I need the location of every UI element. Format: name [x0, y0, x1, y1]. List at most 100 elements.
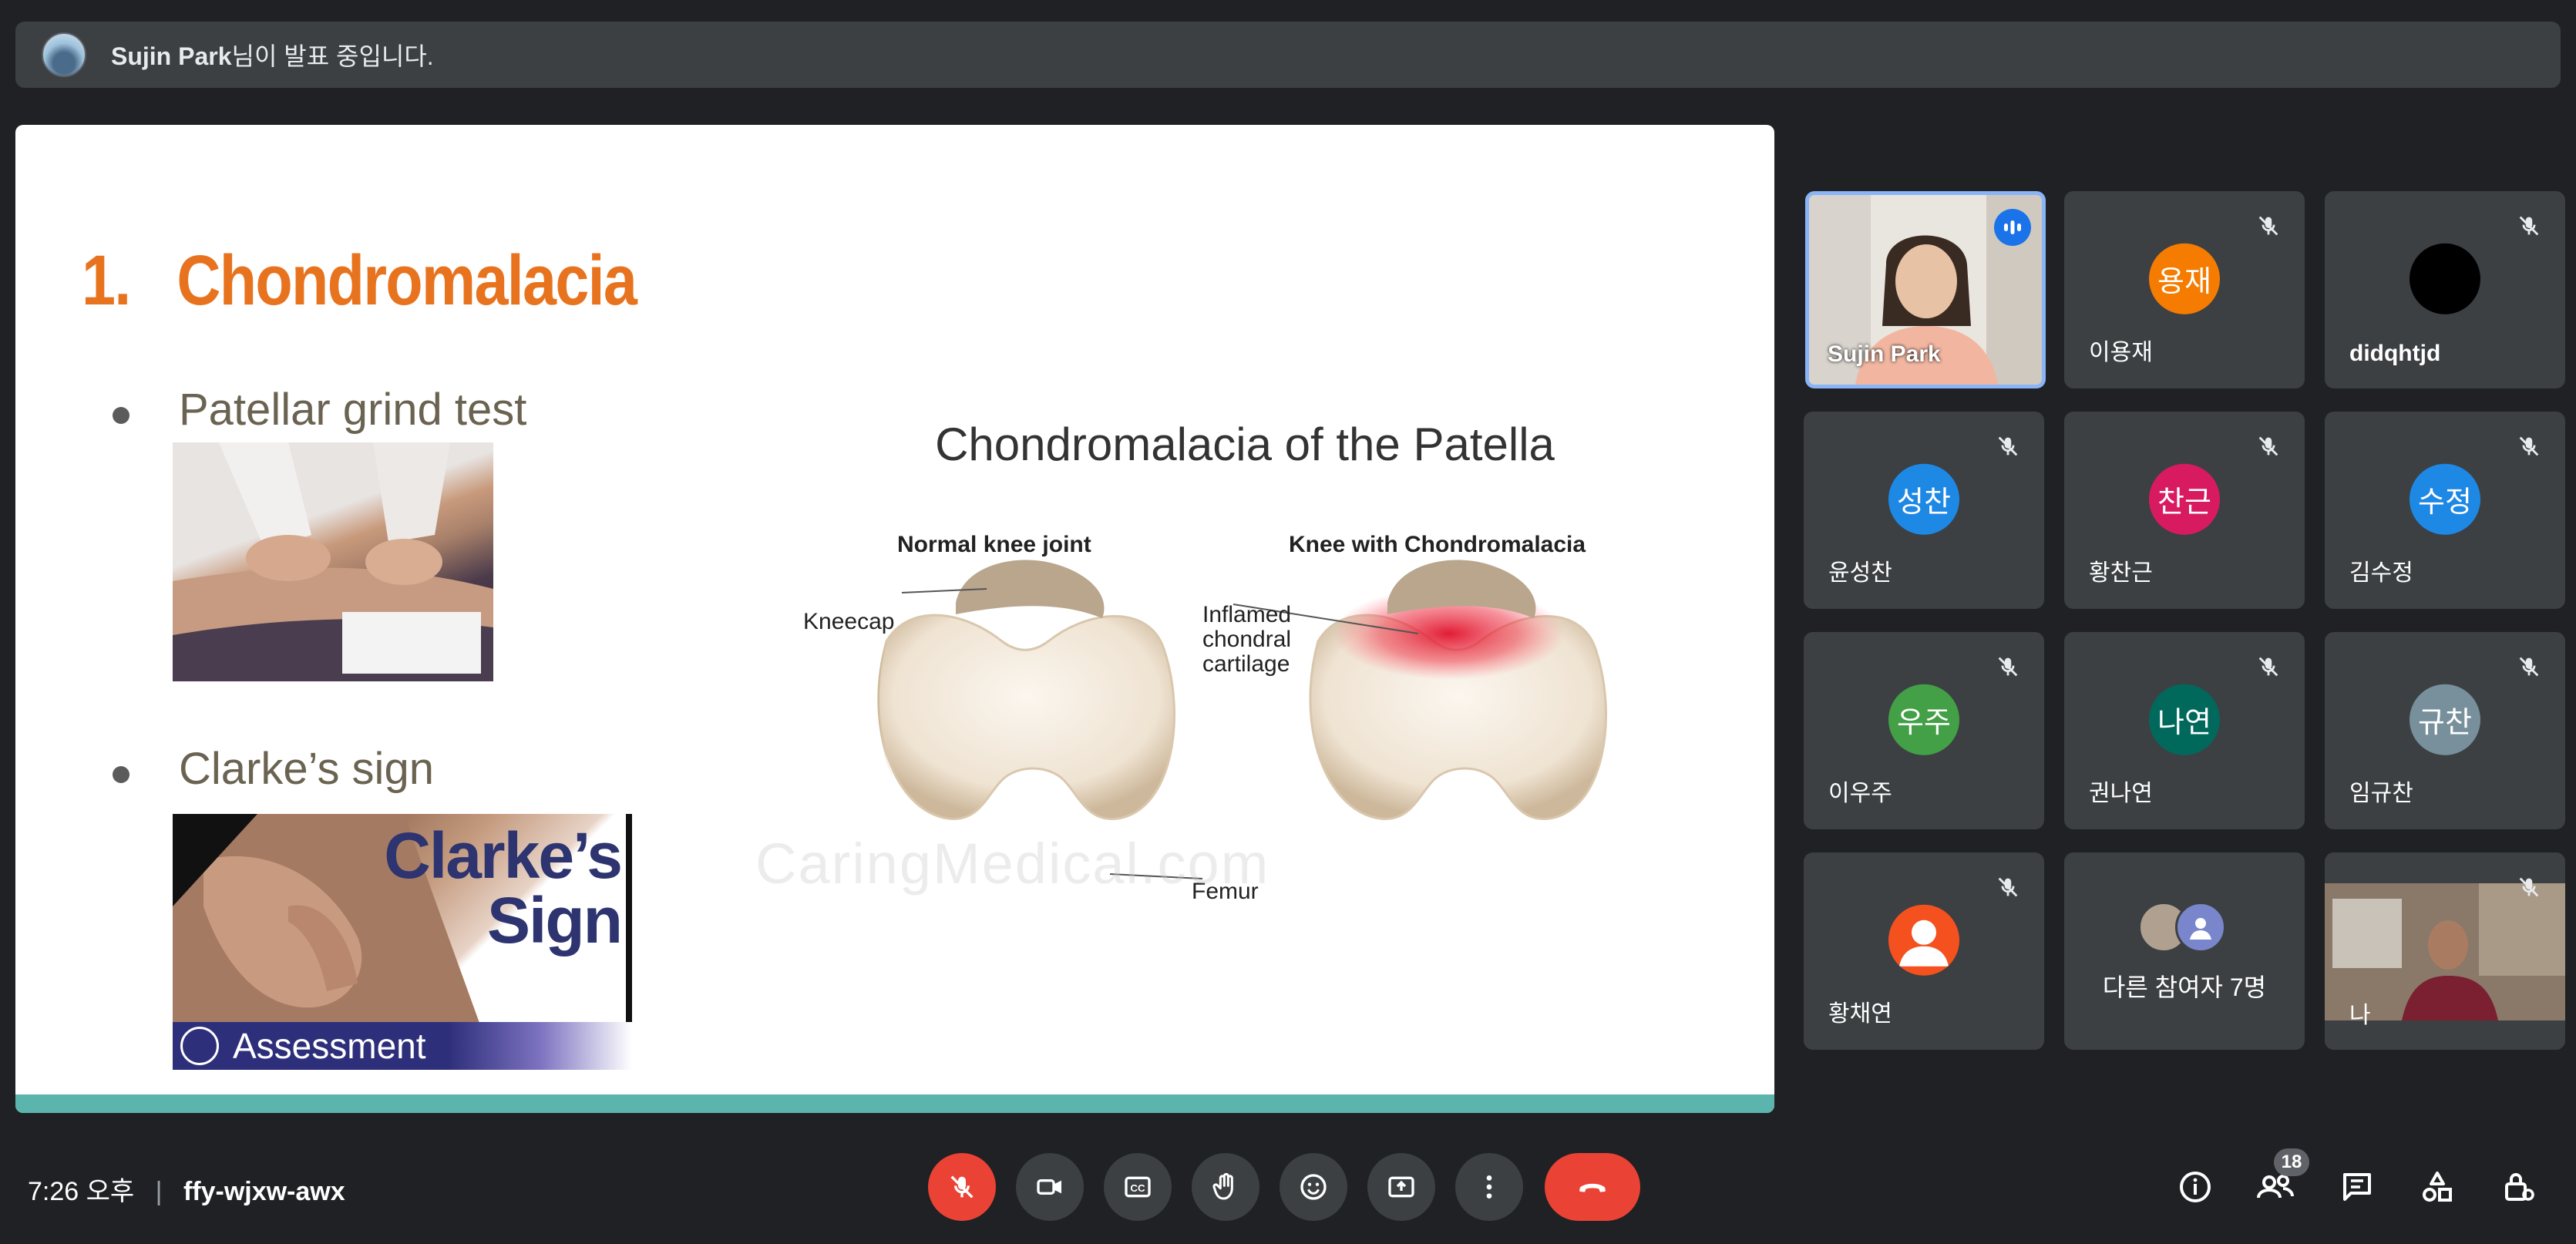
self-tile[interactable]: 나: [2325, 852, 2565, 1050]
participant-name: 임규찬: [2349, 781, 2413, 806]
current-time: 7:26 오후: [28, 1177, 135, 1206]
slide-title: 1. Chondromalacia: [82, 241, 637, 320]
participant-name: 황찬근: [2089, 560, 2153, 586]
slide-watermark: CaringMedical.com: [755, 832, 1270, 896]
speaking-indicator-icon: [1994, 209, 2031, 246]
participant-avatar: 규찬: [2410, 684, 2480, 755]
participant-avatar: [1888, 904, 1959, 976]
participant-tile-3[interactable]: didqhtjd: [2325, 191, 2565, 388]
bullet-dot: [113, 407, 129, 424]
present-screen-button[interactable]: [1367, 1153, 1435, 1221]
participant-avatar: 우주: [1888, 684, 1959, 755]
raise-hand-button[interactable]: [1192, 1153, 1259, 1221]
participant-tile-sujin-park[interactable]: Sujin Park: [1805, 191, 2046, 388]
participant-avatar: 용재: [2149, 243, 2220, 314]
emoji-reaction-button[interactable]: [1280, 1153, 1347, 1221]
mic-off-icon: [2258, 657, 2278, 677]
assessment-banner: Assessment: [173, 1022, 632, 1070]
mic-off-icon: [2258, 436, 2278, 456]
participant-avatar: 나연: [2149, 684, 2220, 755]
end-call-button[interactable]: [1545, 1153, 1640, 1221]
participant-tile-5[interactable]: 찬근 황찬근: [2064, 412, 2305, 609]
clarkes-sign-image-text: Clarke’s Sign: [384, 819, 623, 957]
mic-off-icon: [1998, 657, 2018, 677]
participant-tile-4[interactable]: 성찬 윤성찬: [1804, 412, 2044, 609]
mic-off-icon: [2519, 436, 2539, 456]
chat-button[interactable]: [2328, 1158, 2386, 1216]
people-button[interactable]: 18: [2246, 1148, 2309, 1216]
svg-text:CC: CC: [1130, 1182, 1145, 1194]
end-call-icon: [1579, 1183, 1606, 1192]
kneecap-label: Kneecap: [803, 609, 895, 634]
person-icon: [2190, 918, 2211, 940]
camera-toggle-button[interactable]: [1016, 1153, 1084, 1221]
participant-name: 김수정: [2349, 560, 2413, 586]
mic-off-icon: [950, 1175, 974, 1199]
bullet-patellar-grind-test: Patellar grind test: [179, 385, 527, 435]
patellar-grind-test-photo: [173, 442, 493, 681]
other-participants-tile[interactable]: 다른 참여자 7명: [2064, 852, 2305, 1050]
presenter-avatar: [42, 32, 86, 77]
participant-tile-9[interactable]: 규찬 임규찬: [2325, 632, 2565, 829]
participant-avatar: [2410, 243, 2480, 314]
chat-icon: [2343, 1173, 2371, 1201]
presenting-suffix: 님이 발표 중입니다.: [231, 42, 434, 70]
bullet-clarkes-sign: Clarke’s sign: [179, 744, 434, 794]
participant-avatar: 찬근: [2149, 463, 2220, 535]
participant-name: Sujin Park: [1828, 341, 1941, 367]
info-icon: [2180, 1172, 2211, 1202]
more-options-button[interactable]: [1455, 1153, 1523, 1221]
presenter-name: Sujin Park: [111, 42, 232, 70]
mic-off-icon: [2519, 216, 2539, 236]
participant-avatar: [2175, 902, 2226, 953]
separator: |: [155, 1177, 163, 1206]
bullet-dot: [113, 766, 129, 783]
host-controls-button[interactable]: [2490, 1158, 2548, 1216]
inflamed-cartilage-label: Inflamed chondral cartilage: [1202, 602, 1292, 677]
vitruvian-icon: [180, 1027, 219, 1065]
participant-tile-7[interactable]: 우주 이우주: [1804, 632, 2044, 829]
mic-off-icon: [1998, 877, 2018, 897]
mic-off-icon: [2519, 877, 2539, 897]
mic-off-icon: [2519, 657, 2539, 677]
activities-icon: [2423, 1172, 2452, 1202]
participant-name: 이용재: [2089, 340, 2153, 365]
participant-tile-2[interactable]: 용재 이용재: [2064, 191, 2305, 388]
participant-avatar: 수정: [2410, 463, 2480, 535]
presenting-text: Sujin Park님이 발표 중입니다.: [111, 37, 434, 72]
host-controls-icon: [2505, 1173, 2534, 1201]
person-icon: [1899, 920, 1949, 967]
normal-knee-heading: Normal knee joint: [897, 532, 1091, 557]
meeting-info: 7:26 오후 | ffy-wjxw-awx: [28, 1170, 345, 1208]
people-count-badge: 18: [2274, 1148, 2309, 1176]
presentation-slide: 1. Chondromalacia Patellar grind test Cl…: [15, 125, 1774, 1113]
participant-avatar: 성찬: [1888, 463, 1959, 535]
meeting-code: ffy-wjxw-awx: [183, 1177, 345, 1206]
clarkes-sign-photo: Clarke’s Sign Assessment: [173, 814, 632, 1070]
activities-button[interactable]: [2408, 1158, 2467, 1216]
captions-button[interactable]: CC: [1104, 1153, 1172, 1221]
mic-off-icon: [2258, 216, 2278, 236]
participant-name: didqhtjd: [2349, 341, 2441, 366]
participant-tile-6[interactable]: 수정 김수정: [2325, 412, 2565, 609]
mic-off-icon: [1998, 436, 2018, 456]
captions-icon: CC: [1125, 1176, 1151, 1198]
participant-name: 황채연: [1828, 1001, 1892, 1027]
slide-accent-bar: [15, 1094, 1774, 1113]
raise-hand-icon: [1212, 1172, 1233, 1200]
participant-tile-10[interactable]: 황채연: [1804, 852, 2044, 1050]
emoji-icon: [1300, 1174, 1327, 1200]
assessment-label: Assessment: [233, 1026, 426, 1066]
self-name: 나: [2349, 1003, 2371, 1028]
diagram-title: Chondromalacia of the Patella: [935, 419, 1555, 470]
other-participants-label: 다른 참여자 7명: [2102, 973, 2267, 1001]
meeting-details-button[interactable]: [2166, 1158, 2225, 1216]
participant-name: 윤성찬: [1828, 560, 1892, 586]
present-icon: [1388, 1176, 1414, 1198]
participant-tile-8[interactable]: 나연 권나연: [2064, 632, 2305, 829]
more-icon: [1486, 1175, 1492, 1199]
camera-icon: [1037, 1179, 1061, 1195]
mic-toggle-button[interactable]: [928, 1153, 996, 1221]
normal-femur-shape: [877, 614, 1175, 820]
participant-name: 이우주: [1828, 781, 1892, 806]
